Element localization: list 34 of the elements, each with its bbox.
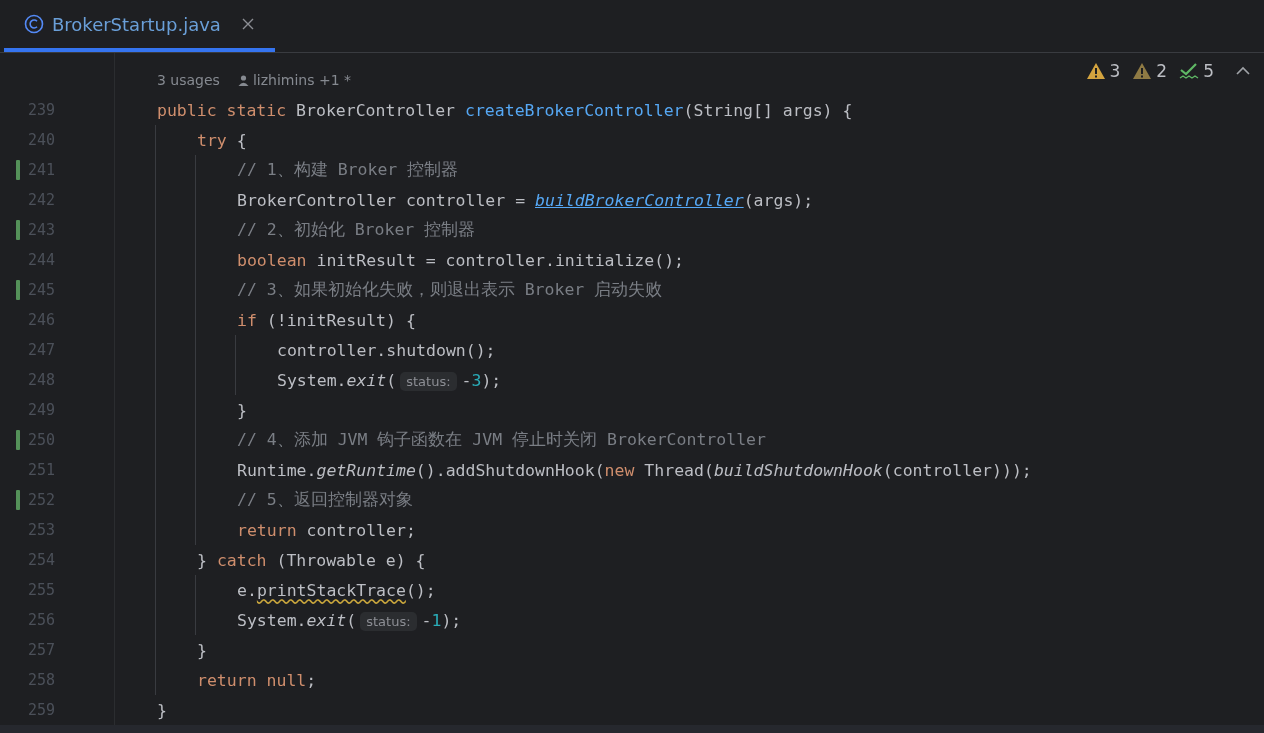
code-line: // 3、如果初始化失败，则退出表示 Broker 启动失败 bbox=[236, 279, 663, 301]
code-line: } bbox=[196, 640, 207, 660]
code-line: return controller; bbox=[236, 520, 416, 540]
file-tab[interactable]: BrokerStartup.java bbox=[4, 0, 275, 52]
code-line: System.exit( status: -3); bbox=[276, 370, 502, 390]
check-icon[interactable] bbox=[1179, 62, 1200, 80]
code-line: // 1、构建 Broker 控制器 bbox=[236, 159, 459, 181]
code-line: if (!initResult) { bbox=[236, 310, 416, 330]
usages-link[interactable]: 3 usages bbox=[157, 72, 220, 88]
code-line: public static BrokerController createBrokerController(String[] args) { bbox=[156, 100, 853, 120]
code-line: // 4、添加 JVM 钩子函数在 JVM 停止时关闭 BrokerController bbox=[236, 429, 766, 451]
code-line: return null; bbox=[196, 670, 317, 690]
code-line: } catch (Throwable e) { bbox=[196, 550, 426, 570]
warning-icon[interactable] bbox=[1085, 62, 1106, 80]
class-icon bbox=[24, 14, 44, 34]
inspection-count: 5 bbox=[1203, 61, 1214, 81]
inspection-count: 3 bbox=[1109, 61, 1121, 81]
code-line: System.exit( status: -1); bbox=[236, 610, 462, 630]
chevron-up-icon[interactable] bbox=[1236, 66, 1250, 76]
code-line: Runtime.getRuntime().addShutdownHook(new Thread(buildShutdownHook(controller))); bbox=[236, 460, 1032, 480]
author-link[interactable]: lizhimins +1 * bbox=[237, 72, 352, 88]
code-line: BrokerController controller = buildBrokerController(args); bbox=[236, 190, 814, 210]
code-line: boolean initResult = controller.initialize(); bbox=[236, 250, 685, 270]
code-line: try { bbox=[196, 130, 247, 150]
code-line: // 5、返回控制器对象 bbox=[236, 489, 413, 511]
code-line: e.printStackTrace(); bbox=[236, 580, 436, 600]
close-icon[interactable] bbox=[240, 17, 255, 31]
person-icon bbox=[237, 74, 249, 86]
warning-icon[interactable] bbox=[1132, 62, 1153, 80]
code-line: controller.shutdown(); bbox=[276, 340, 496, 360]
code-line: } bbox=[236, 400, 247, 420]
code-line: // 2、初始化 Broker 控制器 bbox=[236, 219, 476, 241]
code-line: } bbox=[156, 700, 167, 720]
inspection-count: 2 bbox=[1156, 61, 1168, 81]
